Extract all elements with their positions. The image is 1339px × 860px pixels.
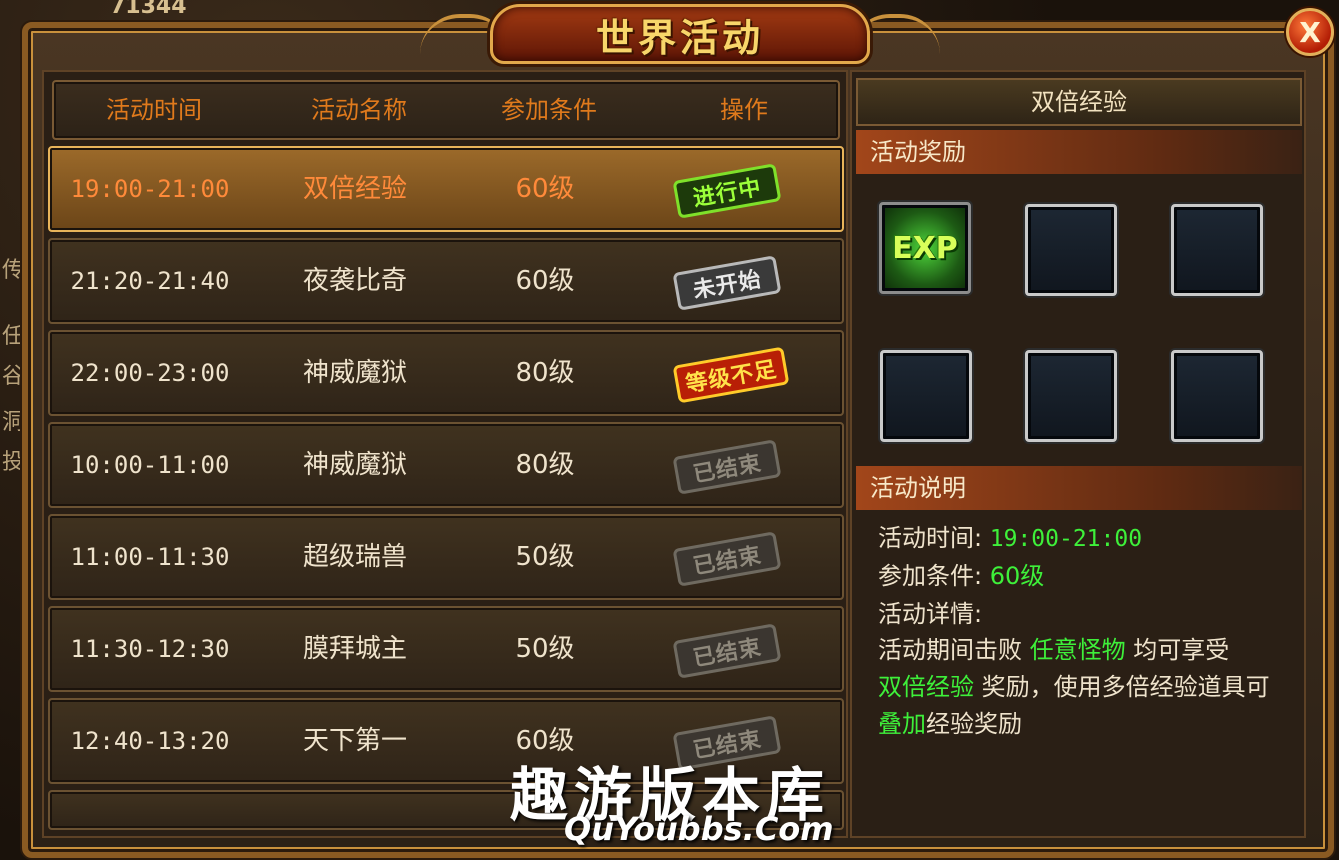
- background-text: 投: [2, 450, 25, 475]
- reward-slot-exp[interactable]: EXP: [879, 202, 971, 294]
- table-row[interactable]: 12:40-13:20 天下第一 60级 已结束: [48, 698, 844, 784]
- desc-highlight: 任意怪物: [1029, 636, 1126, 664]
- description-section-header: 活动说明: [856, 466, 1302, 510]
- status-badge: 已结束: [672, 531, 782, 587]
- background-text: 洞: [2, 410, 25, 435]
- reward-section-header: 活动奖励: [856, 130, 1302, 174]
- info-requirement: 参加条件: 60级: [878, 556, 1044, 591]
- reward-slot-empty[interactable]: [1171, 204, 1263, 296]
- info-time-value: 19:00-21:00: [989, 526, 1143, 552]
- table-row[interactable]: 22:00-23:00 神威魔狱 80级 等级不足: [48, 330, 844, 416]
- row-name: 神威魔狱: [302, 358, 407, 388]
- info-detail-label: 活动详情:: [878, 600, 983, 628]
- row-requirement: 60级: [515, 726, 575, 756]
- status-badge: 已结束: [672, 439, 782, 495]
- status-badge: 未开始: [672, 255, 782, 311]
- row-requirement: 50级: [515, 634, 575, 664]
- table-row[interactable]: 11:00-11:30 超级瑞兽 50级 已结束: [48, 514, 844, 600]
- detail-title: 双倍经验: [856, 78, 1302, 126]
- table-row[interactable]: 21:20-21:40 夜袭比奇 60级 未开始: [48, 238, 844, 324]
- row-name: 超级瑞兽: [302, 542, 407, 572]
- row-requirement: 50级: [515, 542, 575, 572]
- close-button[interactable]: X: [1286, 8, 1334, 56]
- status-badge: 进行中: [672, 163, 782, 219]
- table-row[interactable]: 19:00-21:00 双倍经验 60级 进行中: [48, 146, 844, 232]
- close-icon: X: [1299, 15, 1321, 49]
- row-time: 11:00-11:30: [70, 543, 230, 571]
- table-header: 活动时间 活动名称 参加条件 操作: [52, 80, 840, 140]
- info-requirement-value: 60级: [989, 562, 1045, 590]
- exp-icon: EXP: [892, 230, 958, 266]
- status-badge: 等级不足: [672, 346, 790, 404]
- row-requirement: 80级: [515, 358, 575, 388]
- desc-text: 均可享受: [1133, 636, 1230, 664]
- row-time: 10:00-11:00: [70, 451, 230, 479]
- header-action: 操作: [720, 96, 768, 124]
- background-text: 任: [2, 324, 25, 349]
- dialog-title: 世界活动: [595, 14, 764, 60]
- background-text: 谷: [2, 364, 25, 389]
- table-row[interactable]: 10:00-11:00 神威魔狱 80级 已结束: [48, 422, 844, 508]
- row-time: 19:00-21:00: [70, 175, 230, 203]
- row-name: 神威魔狱: [302, 450, 407, 480]
- activity-list-panel: 活动时间 活动名称 参加条件 操作 19:00-21:00 双倍经验 60级 进…: [42, 70, 848, 838]
- reward-slot-empty[interactable]: [1025, 350, 1117, 442]
- reward-slot-empty[interactable]: [1025, 204, 1117, 296]
- row-name: 膜拜城主: [302, 634, 407, 664]
- reward-slot-empty[interactable]: [1171, 350, 1263, 442]
- activity-detail-panel: 双倍经验 活动奖励 EXP 活动说明 活动时间: 19:00-21:00 参加条…: [850, 70, 1306, 838]
- reward-slot-empty[interactable]: [880, 350, 972, 442]
- desc-text: 活动期间击败: [878, 636, 1022, 664]
- table-row[interactable]: 11:30-12:30 膜拜城主 50级 已结束: [48, 606, 844, 692]
- row-requirement: 60级: [515, 266, 575, 296]
- desc-text: 经验奖励: [926, 710, 1022, 738]
- background-number: 71344: [110, 0, 187, 19]
- dialog-title-plate: 世界活动: [490, 4, 870, 64]
- row-time: 12:40-13:20: [70, 727, 230, 755]
- row-name: 双倍经验: [302, 174, 407, 204]
- row-time: 22:00-23:00: [70, 359, 230, 387]
- desc-text: 奖励，使用多倍经验道具可: [981, 673, 1270, 701]
- row-requirement: 60级: [515, 174, 575, 204]
- header-requirement: 参加条件: [501, 96, 597, 124]
- row-time: 21:20-21:40: [70, 267, 230, 295]
- desc-highlight: 叠加: [878, 710, 926, 738]
- status-badge: 已结束: [672, 623, 782, 679]
- desc-highlight: 双倍经验: [878, 673, 974, 701]
- info-time: 活动时间: 19:00-21:00: [878, 518, 1142, 553]
- row-name: 夜袭比奇: [302, 266, 407, 296]
- status-badge: 已结束: [672, 715, 782, 771]
- activity-description: 活动期间击败 任意怪物 均可享受双倍经验 奖励，使用多倍经验道具可 叠加经验奖励: [878, 632, 1288, 743]
- header-name: 活动名称: [311, 96, 407, 124]
- table-row-partial[interactable]: [48, 790, 844, 830]
- row-name: 天下第一: [302, 726, 407, 756]
- row-requirement: 80级: [515, 450, 575, 480]
- info-time-label: 活动时间:: [878, 524, 983, 552]
- header-time: 活动时间: [106, 96, 202, 124]
- info-requirement-label: 参加条件:: [878, 562, 983, 590]
- background-text: 传: [2, 258, 25, 283]
- row-time: 11:30-12:30: [70, 635, 230, 663]
